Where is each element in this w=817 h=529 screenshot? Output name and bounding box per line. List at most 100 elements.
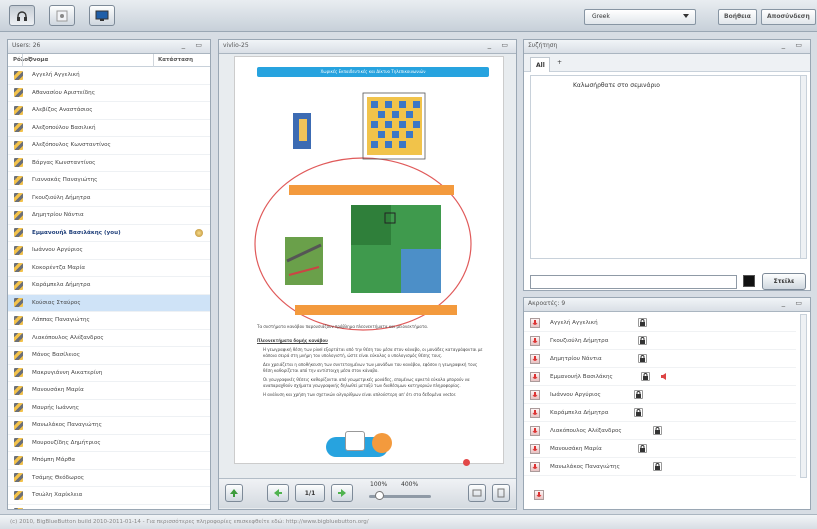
user-row[interactable]: Μανουσάκη Μαρία [8, 382, 210, 400]
user-row[interactable]: Μουρουζίδης Δημήτριος [8, 435, 210, 452]
microphone-icon[interactable] [530, 317, 540, 328]
user-name: Κοκορέντζα Μαρία [32, 264, 86, 271]
lock-icon[interactable] [653, 462, 662, 471]
user-row[interactable]: Χριστόπουλος Αθανάσιος [8, 505, 210, 509]
user-row[interactable]: Αλεξόπουλος Κωνσταντίνος [8, 137, 210, 155]
listener-name: Μανουσάκη Μαρία [550, 445, 602, 452]
listener-name: Εμμανουήλ Βασιλάκης [550, 373, 613, 380]
microphone-icon[interactable] [530, 443, 540, 454]
chat-scrollbar[interactable] [800, 75, 807, 259]
user-row[interactable]: Γιαννακάς Παναγιώτης [8, 172, 210, 190]
user-role-icon [14, 263, 23, 273]
microphone-icon[interactable] [530, 335, 540, 346]
microphone-icon[interactable] [530, 371, 540, 382]
user-row[interactable]: Αγγελή Αγγελική [8, 67, 210, 85]
fit-width-button[interactable] [468, 484, 486, 502]
user-row[interactable]: Μακρυγιάννη Αικατερίνη [8, 365, 210, 382]
listener-row[interactable]: Αγγελή Αγγελική [524, 314, 796, 332]
microphone-icon[interactable] [530, 389, 540, 400]
listeners-scrollbar[interactable] [800, 314, 807, 478]
user-row[interactable]: Μανωλάκος Παναγιώτης [8, 417, 210, 435]
users-columns: Ρόλος Όνομα Κατάσταση [8, 54, 210, 67]
user-row[interactable]: Ιωάννου Αργύριος [8, 242, 210, 260]
color-picker[interactable] [743, 275, 755, 287]
speaker-icon [660, 372, 669, 381]
user-row[interactable]: Γκουζιούλη Δήμητρα [8, 190, 210, 207]
lock-icon[interactable] [638, 336, 647, 345]
listener-row[interactable]: Καράμπελα Δήμητρα [524, 404, 796, 422]
microphone-icon[interactable] [530, 425, 540, 436]
chat-tabs: All + [524, 54, 810, 72]
microphone-icon[interactable] [530, 353, 540, 364]
listener-row[interactable]: Ιωάννου Αργύριος [524, 386, 796, 404]
user-role-icon [14, 403, 23, 413]
send-button[interactable]: Στείλε [762, 273, 806, 290]
window-controls[interactable]: _ ▭ [182, 41, 206, 49]
user-row[interactable]: Μπόμπη Μάρθα [8, 452, 210, 470]
user-row[interactable]: Βάργας Κωνσταντίνος [8, 155, 210, 172]
mute-all-button[interactable] [534, 490, 544, 500]
lock-icon[interactable] [638, 318, 647, 327]
user-row[interactable]: Κοκορέντζα Μαρία [8, 260, 210, 277]
chevron-down-icon [683, 14, 689, 18]
user-row[interactable]: Κούσιας Σταύρος [8, 294, 210, 312]
user-row[interactable]: Δημητρίου Νάντια [8, 207, 210, 225]
listener-name: Ιωάννου Αργύριος [550, 391, 601, 398]
fit-page-icon [497, 488, 505, 498]
user-row[interactable]: Μαυρής Ιωάννης [8, 400, 210, 417]
user-row[interactable]: Λάππας Παναγιώτης [8, 312, 210, 330]
next-page-button[interactable] [331, 484, 353, 502]
upload-button[interactable] [225, 484, 243, 502]
microphone-icon [536, 492, 542, 497]
user-name: Λιακόπουλος Αλέξανδρος [32, 334, 104, 341]
slide-bullet: Η γεωγραφική θέση των pixel εξαρτάται απ… [263, 347, 483, 358]
zoom-slider-thumb[interactable] [375, 491, 384, 500]
language-select[interactable]: Greek [584, 9, 696, 25]
page-indicator[interactable]: 1/1 [295, 484, 325, 502]
user-row[interactable]: Τσάμης Θεόδωρος [8, 470, 210, 487]
user-row[interactable]: Αλεβίζος Αναστάσιος [8, 102, 210, 120]
window-controls[interactable]: _ ▭ [782, 299, 806, 307]
listener-row[interactable]: Δημητρίου Νάντια [524, 350, 796, 368]
headphone-button[interactable] [9, 5, 35, 26]
help-button[interactable]: Βοήθεια [718, 9, 757, 25]
user-name: Μακρυγιάννη Αικατερίνη [32, 369, 103, 376]
window-controls[interactable]: _ ▭ [782, 41, 806, 49]
tab-add[interactable]: + [557, 59, 562, 66]
user-row[interactable]: Αθανασίου Αριστείδης [8, 85, 210, 102]
listener-row[interactable]: Εμμανουήλ Βασιλάκης [524, 368, 796, 386]
slide-bullet: Δεν χρειάζεται η αποθήκευση των συντεταγ… [263, 362, 478, 373]
user-row[interactable]: Λιακόπουλος Αλέξανδρος [8, 330, 210, 347]
listener-row[interactable]: Γκουζιούλη Δήμητρα [524, 332, 796, 350]
user-role-icon [14, 105, 23, 115]
tab-all[interactable]: All [530, 57, 550, 72]
listener-row[interactable]: Μανουσάκη Μαρία [524, 440, 796, 458]
microphone-icon[interactable] [530, 461, 540, 472]
user-name: Λάππας Παναγιώτης [32, 317, 90, 324]
desktop-share-button[interactable] [89, 5, 115, 26]
user-row[interactable]: Αλεξοπούλου Βασιλική [8, 120, 210, 137]
user-row[interactable]: Εμμανουήλ Βασιλάκης (you) [8, 225, 210, 242]
webcam-button[interactable] [49, 5, 75, 26]
lock-icon[interactable] [638, 354, 647, 363]
lock-icon[interactable] [653, 426, 662, 435]
chat-message: Καλωσήρθατε στο σεμινάριο [573, 82, 660, 89]
lock-icon[interactable] [634, 408, 643, 417]
window-controls[interactable]: _ ▭ [488, 41, 512, 49]
users-list: Αγγελή Αγγελική Αθανασίου Αριστείδης Αλεβί… [8, 67, 210, 509]
user-row[interactable]: Μάνος Βασίλειος [8, 347, 210, 365]
listener-row[interactable]: Μανωλάκος Παναγιώτης [524, 458, 796, 476]
fit-page-button[interactable] [492, 484, 510, 502]
listener-row[interactable]: Λιακόπουλος Αλέξανδρος [524, 422, 796, 440]
user-row[interactable]: Καράμπελα Δήμητρα [8, 277, 210, 295]
logout-button[interactable]: Αποσύνδεση [761, 9, 816, 25]
chat-input[interactable] [530, 275, 737, 289]
lock-icon[interactable] [638, 444, 647, 453]
microphone-icon[interactable] [530, 407, 540, 418]
lock-icon[interactable] [641, 372, 650, 381]
prev-page-button[interactable] [267, 484, 289, 502]
headphone-icon [17, 10, 27, 21]
lock-icon[interactable] [634, 390, 643, 399]
zoom-max-label: 400% [401, 481, 419, 488]
user-row[interactable]: Τσιώλη Χαρίκλεια [8, 487, 210, 505]
